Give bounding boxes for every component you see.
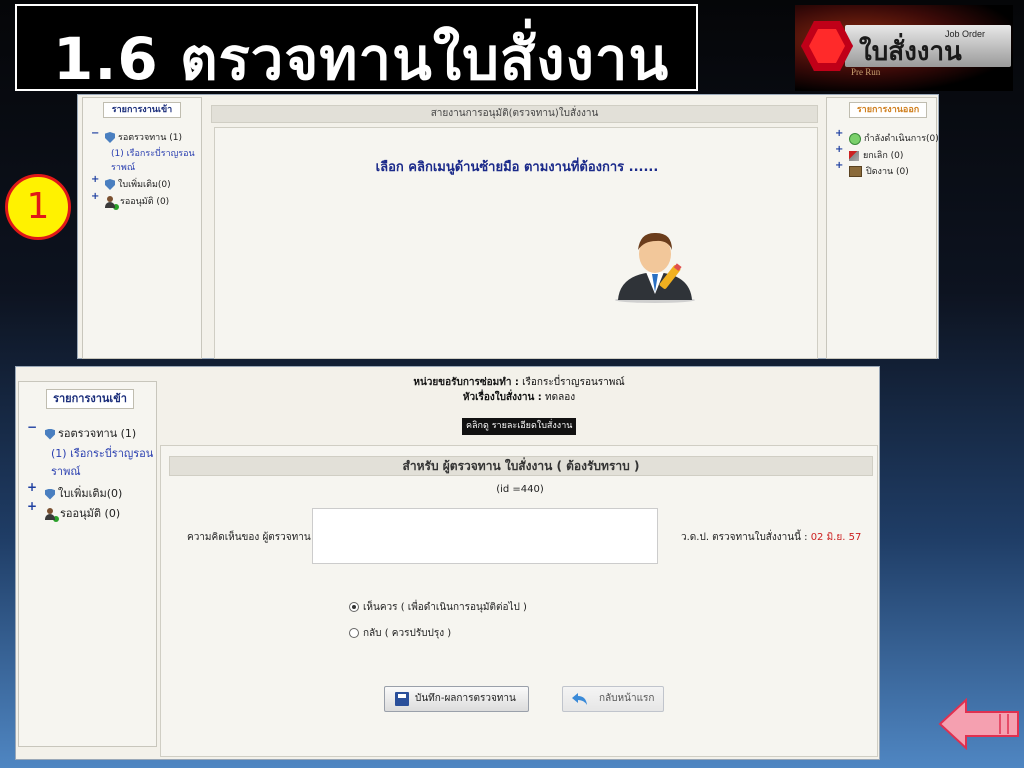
tree-item-label: ปิดงาน (0) bbox=[866, 167, 909, 177]
tree-subitem-ship[interactable]: (1) เรือกระบี่ราญรอน ราพณ์ bbox=[51, 444, 153, 480]
job-id: (id =440) bbox=[496, 484, 544, 495]
tree-item-label: รออนุมัติ (0) bbox=[120, 197, 170, 207]
slide-title: 1.6 ตรวจทานใบสั่งงาน bbox=[53, 25, 670, 93]
tree-item-await-approval[interactable]: รออนุมัติ (0) bbox=[45, 504, 120, 522]
radio-return-label: กลับ ( ควรปรับปรุง ) bbox=[363, 628, 452, 639]
step-1-marker: 1 bbox=[5, 174, 71, 240]
review-date-label: ว.ด.ป. ตรวจทานใบสั่งงานนี้ : bbox=[681, 532, 808, 543]
radio-agree-label: เห็นควร ( เพื่อดำเนินการอนุมัติต่อไป ) bbox=[363, 602, 527, 613]
screenshot-2: รายการงานเข้า − รอตรวจทาน (1) (1) เรือกร… bbox=[15, 366, 880, 760]
review-date-line: ว.ด.ป. ตรวจทานใบสั่งงานนี้ : 02 มิ.ย. 57 bbox=[681, 530, 861, 545]
tree-item-cancelled[interactable]: ยกเลิก (0) bbox=[849, 148, 903, 162]
back-home-button[interactable]: กลับหน้าแรก bbox=[562, 686, 664, 712]
back-home-label: กลับหน้าแรก bbox=[599, 693, 655, 704]
expand-icon[interactable]: + bbox=[835, 160, 843, 171]
tree-item-label: รอตรวจทาน (1) bbox=[118, 133, 182, 143]
unit-label: หน่วยขอรับการซ่อมทำ : bbox=[413, 377, 519, 388]
radio-selected-icon[interactable] bbox=[349, 602, 359, 612]
person-approve-icon bbox=[45, 508, 59, 522]
tree-item-pending-review[interactable]: รอตรวจทาน (1) bbox=[105, 130, 182, 144]
collapse-icon[interactable]: − bbox=[91, 128, 99, 139]
incoming-tree-2: − รอตรวจทาน (1) (1) เรือกระบี่ราญรอน ราพ… bbox=[19, 382, 158, 532]
subject-value: ทดลอง bbox=[545, 392, 576, 403]
user-avatar-icon bbox=[615, 232, 695, 303]
save-icon bbox=[395, 692, 409, 706]
unit-line: หน่วยขอรับการซ่อมทำ : เรือกระบี่ราญรอนรา… bbox=[161, 375, 877, 390]
tree-item-in-progress[interactable]: กำลังดำเนินการ(0) bbox=[849, 131, 939, 145]
trash-icon bbox=[849, 150, 859, 161]
subject-label: หัวเรื่องใบสั่งงาน : bbox=[462, 392, 542, 403]
tree-item-additional[interactable]: ใบเพิ่มเติม(0) bbox=[105, 177, 171, 191]
logo-tagline: Pre Run bbox=[851, 67, 881, 77]
previous-slide-arrow-icon[interactable] bbox=[938, 698, 1020, 750]
outgoing-tree: + กำลังดำเนินการ(0) + ยกเลิก (0) + ปิดงา… bbox=[827, 98, 939, 198]
incoming-sidebar-2: รายการงานเข้า − รอตรวจทาน (1) (1) เรือกร… bbox=[18, 381, 157, 747]
slide-title-box: 1.6 ตรวจทานใบสั่งงาน bbox=[15, 4, 698, 93]
expand-icon[interactable]: + bbox=[835, 128, 843, 139]
subitem-line-1: (1) เรือกระบี่ราญรอน bbox=[51, 447, 154, 460]
save-review-label: บันทึก-ผลการตรวจทาน bbox=[415, 693, 516, 704]
radio-return[interactable]: กลับ ( ควรปรับปรุง ) bbox=[349, 626, 451, 641]
box-icon bbox=[849, 166, 862, 177]
review-form: สำหรับ ผู้ตรวจทาน ใบสั่งงาน ( ต้องรับทรา… bbox=[160, 445, 878, 757]
tree-item-label: ใบเพิ่มเติม(0) bbox=[118, 180, 171, 190]
tree-item-await-approval[interactable]: รออนุมัติ (0) bbox=[105, 194, 170, 210]
shield-icon bbox=[45, 428, 55, 440]
expand-icon[interactable]: + bbox=[91, 174, 99, 185]
tree-item-label: ใบเพิ่มเติม(0) bbox=[58, 487, 123, 500]
subject-line: หัวเรื่องใบสั่งงาน : ทดลอง bbox=[161, 390, 877, 405]
person-approve-icon bbox=[105, 195, 119, 210]
expand-icon[interactable]: + bbox=[27, 499, 37, 513]
shield-icon bbox=[105, 179, 115, 190]
comment-textarea[interactable] bbox=[312, 508, 658, 564]
subitem-line-2: ราพณ์ bbox=[51, 465, 81, 478]
incoming-sidebar: รายการงานเข้า − รอตรวจทาน (1) (1) เรือกร… bbox=[82, 97, 202, 359]
view-details-button[interactable]: คลิกดู รายละเอียดใบสั่งงาน bbox=[462, 418, 577, 435]
incoming-tree: − รอตรวจทาน (1) (1) เรือกระบี่ราญรอน ราพ… bbox=[83, 98, 203, 218]
job-order-logo: Job Order ใบสั่งงาน Pre Run bbox=[795, 5, 1013, 91]
reviewer-section-title: สำหรับ ผู้ตรวจทาน ใบสั่งงาน ( ต้องรับทรา… bbox=[169, 456, 873, 476]
in-progress-icon bbox=[849, 132, 861, 145]
center-content: เลือก คลิกเมนูด้านซ้ายมือ ตามงานที่ต้องก… bbox=[214, 127, 818, 359]
expand-icon[interactable]: + bbox=[835, 144, 843, 155]
expand-icon[interactable]: + bbox=[27, 480, 37, 494]
tree-item-additional[interactable]: ใบเพิ่มเติม(0) bbox=[45, 484, 122, 502]
radio-agree[interactable]: เห็นควร ( เพื่อดำเนินการอนุมัติต่อไป ) bbox=[349, 600, 527, 615]
comment-label: ความคิดเห็นของ ผู้ตรวจทาน : bbox=[187, 532, 318, 543]
outgoing-sidebar: รายการงานออก + กำลังดำเนินการ(0) + ยกเลิ… bbox=[826, 97, 939, 359]
tree-item-label: รอตรวจทาน (1) bbox=[58, 427, 137, 440]
collapse-icon[interactable]: − bbox=[27, 420, 37, 434]
subitem-line-1: (1) เรือกระบี่ราญรอน bbox=[111, 149, 195, 159]
save-review-button[interactable]: บันทึก-ผลการตรวจทาน bbox=[384, 686, 529, 712]
unit-value: เรือกระบี่ราญรอนราพณ์ bbox=[522, 377, 625, 388]
select-menu-message: เลือก คลิกเมนูด้านซ้ายมือ ตามงานที่ต้องก… bbox=[375, 160, 659, 175]
tree-item-label: ยกเลิก (0) bbox=[863, 151, 904, 161]
shield-icon bbox=[105, 132, 115, 143]
logo-text: ใบสั่งงาน bbox=[859, 37, 962, 67]
tree-item-closed[interactable]: ปิดงาน (0) bbox=[849, 164, 909, 178]
shield-icon bbox=[45, 488, 55, 500]
tree-subitem-ship[interactable]: (1) เรือกระบี่ราญรอน ราพณ์ bbox=[111, 146, 195, 174]
tree-item-label: กำลังดำเนินการ(0) bbox=[864, 134, 939, 144]
expand-icon[interactable]: + bbox=[91, 191, 99, 202]
screenshot-1: รายการงานเข้า − รอตรวจทาน (1) (1) เรือกร… bbox=[77, 94, 939, 359]
approval-line-banner: สายงานการอนุมัติ(ตรวจทาน)ใบสั่งงาน bbox=[211, 105, 818, 123]
review-date-value: 02 มิ.ย. 57 bbox=[810, 532, 862, 543]
radio-unselected-icon[interactable] bbox=[349, 628, 359, 638]
subitem-line-2: ราพณ์ bbox=[111, 163, 136, 173]
back-arrow-icon bbox=[572, 693, 587, 705]
tree-item-pending-review[interactable]: รอตรวจทาน (1) bbox=[45, 424, 136, 442]
tree-item-label: รออนุมัติ (0) bbox=[60, 507, 121, 520]
